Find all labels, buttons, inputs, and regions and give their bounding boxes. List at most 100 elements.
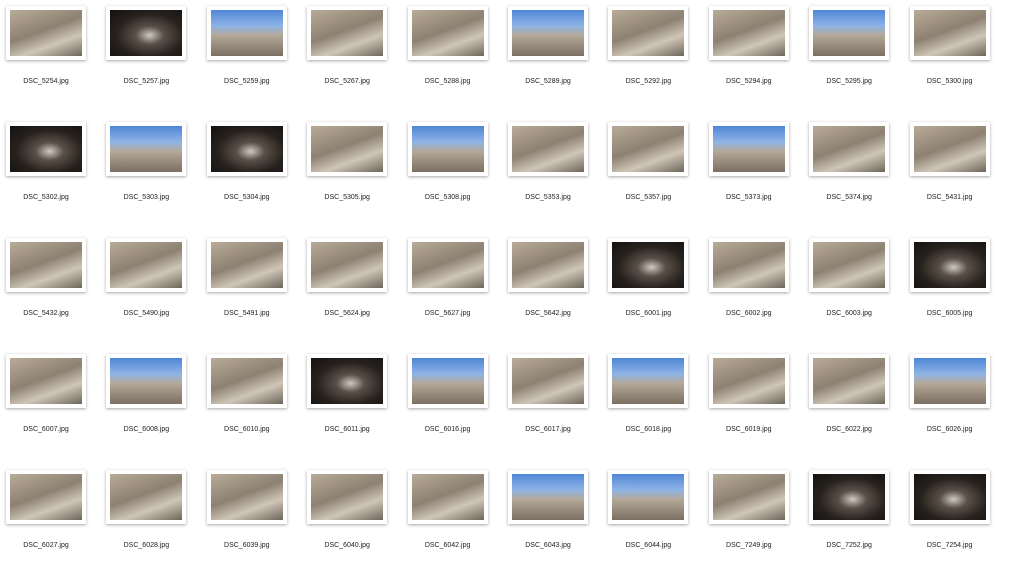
file-name-label[interactable]: DSC_5374.jpg xyxy=(799,194,899,201)
file-name-label[interactable]: DSC_5304.jpg xyxy=(197,194,297,201)
file-item[interactable]: DSC_5295.jpg xyxy=(803,0,903,100)
file-item[interactable]: DSC_6027.jpg xyxy=(0,464,100,564)
file-name-label[interactable]: DSC_6010.jpg xyxy=(197,426,297,433)
image-thumbnail[interactable] xyxy=(6,122,86,176)
image-thumbnail[interactable] xyxy=(6,6,86,60)
file-item[interactable]: DSC_5627.jpg xyxy=(402,232,502,332)
file-item[interactable]: DSC_5302.jpg xyxy=(0,116,100,216)
image-thumbnail[interactable] xyxy=(809,238,890,292)
file-name-label[interactable]: DSC_5308.jpg xyxy=(398,194,498,201)
file-name-label[interactable]: DSC_5302.jpg xyxy=(0,194,96,201)
image-thumbnail[interactable] xyxy=(407,354,488,408)
image-thumbnail[interactable] xyxy=(407,6,488,60)
file-item[interactable]: DSC_5254.jpg xyxy=(0,0,100,100)
file-name-label[interactable]: DSC_6007.jpg xyxy=(0,426,96,433)
image-thumbnail[interactable] xyxy=(508,470,588,524)
file-item[interactable]: DSC_5642.jpg xyxy=(502,232,602,332)
image-thumbnail[interactable] xyxy=(708,470,789,524)
file-name-label[interactable]: DSC_5288.jpg xyxy=(398,78,498,85)
file-item[interactable]: DSC_5373.jpg xyxy=(703,116,803,216)
file-name-label[interactable]: DSC_6019.jpg xyxy=(699,426,799,433)
image-thumbnail[interactable] xyxy=(407,238,488,292)
image-thumbnail[interactable] xyxy=(307,122,388,176)
file-name-label[interactable]: DSC_5642.jpg xyxy=(498,310,598,317)
file-item[interactable]: DSC_7249.jpg xyxy=(703,464,803,564)
image-thumbnail[interactable] xyxy=(307,354,388,408)
image-thumbnail[interactable] xyxy=(708,238,789,292)
file-item[interactable]: DSC_5289.jpg xyxy=(502,0,602,100)
image-thumbnail[interactable] xyxy=(106,6,187,60)
file-name-label[interactable]: DSC_6042.jpg xyxy=(398,542,498,549)
file-item[interactable]: DSC_5288.jpg xyxy=(402,0,502,100)
image-thumbnail[interactable] xyxy=(106,470,187,524)
image-thumbnail[interactable] xyxy=(708,122,789,176)
file-item[interactable]: DSC_5624.jpg xyxy=(301,232,401,332)
image-thumbnail[interactable] xyxy=(809,122,890,176)
image-thumbnail[interactable] xyxy=(809,470,890,524)
file-item[interactable]: DSC_5292.jpg xyxy=(602,0,702,100)
file-name-label[interactable]: DSC_6017.jpg xyxy=(498,426,598,433)
image-thumbnail[interactable] xyxy=(809,354,890,408)
file-item[interactable]: DSC_6044.jpg xyxy=(602,464,702,564)
image-thumbnail[interactable] xyxy=(909,354,990,408)
file-item[interactable]: DSC_6043.jpg xyxy=(502,464,602,564)
file-name-label[interactable]: DSC_6018.jpg xyxy=(598,426,698,433)
file-item[interactable]: DSC_5490.jpg xyxy=(100,232,200,332)
file-item[interactable]: DSC_5357.jpg xyxy=(602,116,702,216)
image-thumbnail[interactable] xyxy=(708,6,789,60)
file-name-label[interactable]: DSC_6027.jpg xyxy=(0,542,96,549)
file-name-label[interactable]: DSC_6044.jpg xyxy=(598,542,698,549)
file-name-label[interactable]: DSC_6040.jpg xyxy=(297,542,397,549)
file-name-label[interactable]: DSC_6011.jpg xyxy=(297,426,397,433)
file-name-label[interactable]: DSC_5295.jpg xyxy=(799,78,899,85)
file-item[interactable]: DSC_5308.jpg xyxy=(402,116,502,216)
image-thumbnail[interactable] xyxy=(608,238,689,292)
file-name-label[interactable]: DSC_5259.jpg xyxy=(197,78,297,85)
file-name-label[interactable]: DSC_6005.jpg xyxy=(900,310,1000,317)
image-thumbnail[interactable] xyxy=(106,238,187,292)
file-item[interactable]: DSC_7252.jpg xyxy=(803,464,903,564)
image-thumbnail[interactable] xyxy=(809,6,890,60)
file-name-label[interactable]: DSC_6043.jpg xyxy=(498,542,598,549)
file-item[interactable]: DSC_5300.jpg xyxy=(904,0,1004,100)
file-name-label[interactable]: DSC_5254.jpg xyxy=(0,78,96,85)
file-item[interactable]: DSC_5304.jpg xyxy=(201,116,301,216)
file-item[interactable]: DSC_5431.jpg xyxy=(904,116,1004,216)
image-thumbnail[interactable] xyxy=(909,238,990,292)
file-name-label[interactable]: DSC_5292.jpg xyxy=(598,78,698,85)
file-name-label[interactable]: DSC_5303.jpg xyxy=(96,194,196,201)
image-thumbnail[interactable] xyxy=(608,6,689,60)
file-item[interactable]: DSC_6003.jpg xyxy=(803,232,903,332)
file-name-label[interactable]: DSC_5257.jpg xyxy=(96,78,196,85)
file-item[interactable]: DSC_6001.jpg xyxy=(602,232,702,332)
file-name-label[interactable]: DSC_5490.jpg xyxy=(96,310,196,317)
file-name-label[interactable]: DSC_5432.jpg xyxy=(0,310,96,317)
file-item[interactable]: DSC_5491.jpg xyxy=(201,232,301,332)
file-item[interactable]: DSC_6026.jpg xyxy=(904,348,1004,448)
file-name-label[interactable]: DSC_6001.jpg xyxy=(598,310,698,317)
file-item[interactable]: DSC_6005.jpg xyxy=(904,232,1004,332)
file-name-label[interactable]: DSC_6003.jpg xyxy=(799,310,899,317)
file-item[interactable]: DSC_6016.jpg xyxy=(402,348,502,448)
file-item[interactable]: DSC_5257.jpg xyxy=(100,0,200,100)
file-name-label[interactable]: DSC_5353.jpg xyxy=(498,194,598,201)
image-thumbnail[interactable] xyxy=(508,6,588,60)
file-name-label[interactable]: DSC_5294.jpg xyxy=(699,78,799,85)
image-thumbnail[interactable] xyxy=(206,122,287,176)
file-name-label[interactable]: DSC_6028.jpg xyxy=(96,542,196,549)
image-thumbnail[interactable] xyxy=(106,122,187,176)
file-name-label[interactable]: DSC_6002.jpg xyxy=(699,310,799,317)
file-item[interactable]: DSC_6019.jpg xyxy=(703,348,803,448)
image-thumbnail[interactable] xyxy=(909,122,990,176)
file-item[interactable]: DSC_6039.jpg xyxy=(201,464,301,564)
image-thumbnail[interactable] xyxy=(407,470,488,524)
image-thumbnail[interactable] xyxy=(608,470,689,524)
file-item[interactable]: DSC_5303.jpg xyxy=(100,116,200,216)
image-thumbnail[interactable] xyxy=(6,238,86,292)
file-name-label[interactable]: DSC_7254.jpg xyxy=(900,542,1000,549)
image-thumbnail[interactable] xyxy=(708,354,789,408)
file-item[interactable]: DSC_6008.jpg xyxy=(100,348,200,448)
image-thumbnail[interactable] xyxy=(206,6,287,60)
file-item[interactable]: DSC_6010.jpg xyxy=(201,348,301,448)
file-item[interactable]: DSC_5305.jpg xyxy=(301,116,401,216)
